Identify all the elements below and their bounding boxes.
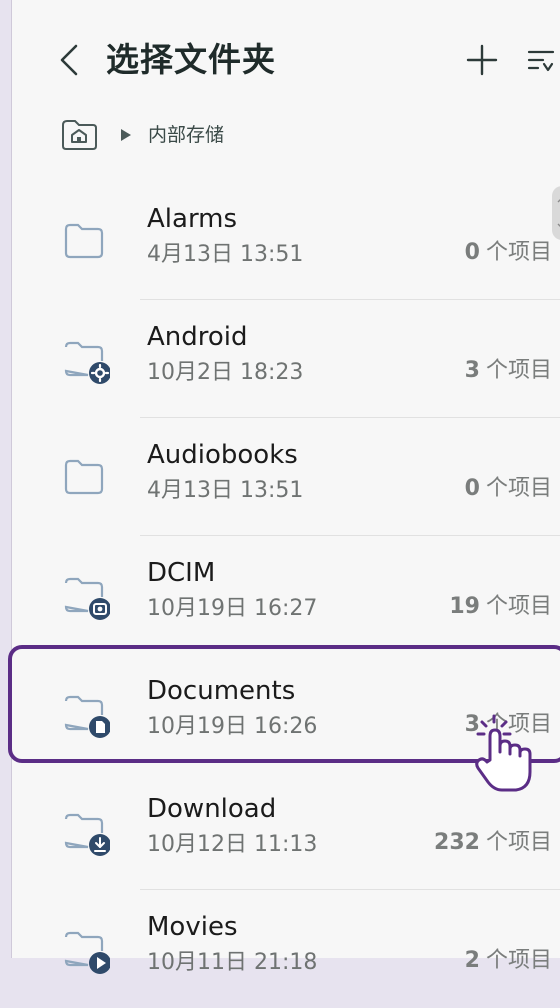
folder-item-count: 2 个项目 (464, 948, 552, 973)
folder-name: Movies (147, 912, 238, 942)
sort-icon (527, 50, 555, 72)
tap-pointer-icon (475, 714, 532, 792)
back-arrow-icon (60, 44, 78, 76)
home-folder-icon (62, 120, 97, 150)
folder-picker-panel: 选择文件夹 内部存储 Alarms 4月13日 13:51 0 个项目 Andr… (11, 0, 560, 975)
folder-camera-icon (64, 577, 110, 620)
folder-item-count: 0 个项目 (464, 476, 552, 501)
folder-row-android[interactable]: Android 10月2日 18:23 3 个项目 (12, 300, 560, 418)
folder-date: 10月12日 11:13 (147, 832, 318, 857)
folder-row-alarms[interactable]: Alarms 4月13日 13:51 0 个项目 (12, 182, 560, 300)
folder-row-audiobooks[interactable]: Audiobooks 4月13日 13:51 0 个项目 (12, 418, 560, 536)
page-title: 选择文件夹 (106, 40, 276, 79)
add-folder-button[interactable] (464, 42, 500, 78)
folder-date: 10月19日 16:27 (147, 596, 318, 621)
breadcrumb-internal-storage[interactable]: 内部存储 (148, 121, 224, 149)
breadcrumb-arrow-icon (119, 127, 133, 143)
folder-icon (64, 459, 104, 495)
folder-name: Android (147, 322, 248, 352)
folder-play-icon (64, 931, 110, 974)
folder-name: Alarms (147, 204, 238, 234)
folder-name: Audiobooks (147, 440, 298, 470)
folder-name: Download (147, 794, 277, 824)
folder-name: Documents (147, 676, 296, 706)
folder-item-count: 19 个项目 (449, 594, 552, 619)
folder-icon (64, 223, 104, 259)
plus-icon (466, 44, 498, 76)
back-button[interactable] (56, 42, 84, 78)
folder-date: 10月2日 18:23 (147, 360, 304, 385)
folder-name: DCIM (147, 558, 216, 588)
folder-settings-icon (64, 341, 110, 384)
folder-item-count: 232 个项目 (434, 830, 552, 855)
folder-date: 10月11日 21:18 (147, 950, 318, 975)
folder-document-icon (64, 695, 110, 738)
folder-date: 4月13日 13:51 (147, 242, 304, 267)
folder-row-dcim[interactable]: DCIM 10月19日 16:27 19 个项目 (12, 536, 560, 654)
folder-date: 10月19日 16:26 (147, 714, 318, 739)
folder-item-count: 3 个项目 (464, 358, 552, 383)
folder-download-icon (64, 813, 110, 856)
sort-button[interactable] (526, 44, 556, 76)
home-button[interactable] (60, 119, 98, 151)
folder-date: 4月13日 13:51 (147, 478, 304, 503)
folder-item-count: 0 个项目 (464, 240, 552, 265)
folder-row-movies[interactable]: Movies 10月11日 21:18 2 个项目 (12, 890, 560, 1008)
